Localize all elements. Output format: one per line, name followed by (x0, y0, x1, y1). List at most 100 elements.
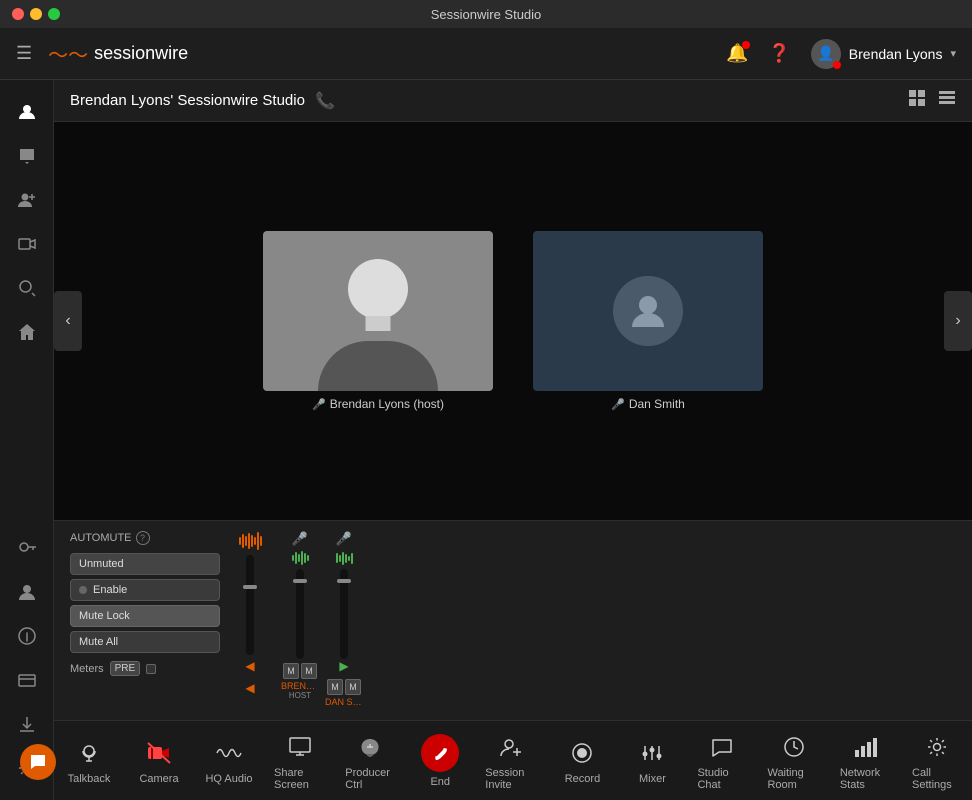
network-stats-button[interactable]: Network Stats (830, 725, 902, 797)
waiting-room-icon (778, 731, 810, 763)
mixer-icon (636, 737, 668, 769)
waiting-room-button[interactable]: Waiting Room (757, 725, 829, 797)
list-view-icon[interactable] (938, 89, 956, 112)
ch-brendan-s-button[interactable]: M (301, 663, 317, 679)
main-layout: Brendan Lyons' Sessionwire Studio 📞 ‹ (0, 80, 972, 800)
sidebar-item-video[interactable] (7, 224, 47, 264)
call-settings-label: Call Settings (912, 767, 962, 791)
participant-video-brendan (263, 231, 493, 391)
session-invite-icon (495, 731, 527, 763)
end-label: End (430, 776, 450, 788)
share-screen-icon (284, 731, 316, 763)
master-fader-track[interactable] (246, 555, 254, 655)
maximize-button[interactable] (48, 8, 60, 20)
automute-help-icon[interactable]: ? (136, 531, 150, 545)
hq-audio-button[interactable]: HQ Audio (194, 731, 264, 791)
avatar: 👤 (811, 39, 841, 69)
grid-view-icon[interactable] (908, 89, 926, 112)
mute-all-button[interactable]: Mute All (70, 631, 220, 653)
call-active-icon: 📞 (315, 91, 335, 111)
ch-brendan-header: 🎤 (292, 531, 308, 547)
session-invite-label: Session Invite (485, 767, 537, 791)
call-settings-icon (921, 731, 953, 763)
participant-placeholder-dan (533, 231, 763, 391)
close-button[interactable] (12, 8, 24, 20)
ch-brendan-mic-icon: 🎤 (292, 531, 308, 547)
participant-label-dan: 🎤 Dan Smith (611, 397, 685, 411)
producer-ctrl-label: Producer Ctrl (345, 767, 395, 791)
end-call-button[interactable]: End (405, 728, 475, 794)
sidebar-item-home[interactable] (7, 312, 47, 352)
studio-chat-button[interactable]: Studio Chat (687, 725, 757, 797)
ch-dan-m-button[interactable]: M (327, 679, 343, 695)
ch-brendan-fader[interactable] (296, 569, 304, 659)
share-screen-button[interactable]: Share Screen (264, 725, 335, 797)
participant-dan: 🎤 Dan Smith (533, 231, 763, 411)
logo-text: sessionwire (94, 43, 188, 64)
meters-row: Meters PRE (70, 661, 220, 676)
mic-active-icon: 🎤 (312, 398, 326, 411)
user-name: Brendan Lyons (849, 46, 943, 62)
logo: 〜〜 sessionwire (48, 39, 188, 68)
record-button[interactable]: Record (547, 731, 617, 791)
sidebar-item-person[interactable] (7, 572, 47, 612)
network-stats-label: Network Stats (840, 767, 892, 791)
producer-ctrl-button[interactable]: Producer Ctrl (335, 725, 405, 797)
top-nav-right: 🔔 ❓ 👤 Brendan Lyons ▾ (726, 39, 956, 69)
mixer-button[interactable]: Mixer (617, 731, 687, 791)
bottom-toolbar: Talkback Camera HQ Audio (54, 720, 972, 800)
fader-arrow-up: ◀ (245, 681, 254, 695)
sidebar-item-card[interactable] (7, 660, 47, 700)
ch-brendan-m-button[interactable]: M (283, 663, 299, 679)
talkback-button[interactable]: Talkback (54, 731, 124, 791)
ch-dan-header: 🎤 (336, 531, 352, 547)
unmuted-button[interactable]: Unmuted (70, 553, 220, 575)
session-invite-button[interactable]: Session Invite (475, 725, 547, 797)
camera-label: Camera (139, 773, 178, 785)
camera-icon (143, 737, 175, 769)
prev-button[interactable]: ‹ (54, 291, 82, 351)
record-label: Record (565, 773, 600, 785)
sidebar (0, 80, 54, 800)
minimize-button[interactable] (30, 8, 42, 20)
enable-button[interactable]: Enable (70, 579, 220, 601)
automute-title: AUTOMUTE ? (70, 531, 220, 545)
enable-dot (79, 586, 87, 594)
studio-chat-label: Studio Chat (697, 767, 747, 791)
chevron-down-icon: ▾ (950, 47, 956, 60)
ch-dan-s-button[interactable]: M (345, 679, 361, 695)
sidebar-item-user[interactable] (7, 92, 47, 132)
help-icon[interactable]: ❓ (768, 43, 790, 64)
sidebar-item-download[interactable] (7, 704, 47, 744)
chat-bubble-button[interactable] (20, 744, 56, 780)
sidebar-item-key[interactable] (7, 528, 47, 568)
pre-badge: PRE (110, 661, 141, 676)
sidebar-item-search[interactable] (7, 268, 47, 308)
sidebar-item-info[interactable] (7, 616, 47, 656)
notifications-icon[interactable]: 🔔 (726, 43, 748, 64)
ch-brendan-handle[interactable] (293, 579, 307, 583)
sidebar-item-chat[interactable] (7, 136, 47, 176)
pre-dot[interactable] (146, 664, 156, 674)
window-controls[interactable] (12, 8, 60, 20)
hq-audio-label: HQ Audio (205, 773, 252, 785)
camera-button[interactable]: Camera (124, 731, 194, 791)
user-menu[interactable]: 👤 Brendan Lyons ▾ (811, 39, 956, 69)
master-fader-handle[interactable] (243, 585, 257, 589)
studio-header: Brendan Lyons' Sessionwire Studio 📞 (54, 80, 972, 122)
hamburger-menu[interactable]: ☰ (16, 43, 32, 64)
share-screen-label: Share Screen (274, 767, 325, 791)
waiting-room-label: Waiting Room (767, 767, 819, 791)
master-fader: ◀ ◀ (232, 531, 268, 710)
ch-dan-waveform (336, 549, 353, 567)
ch-brendan-sublabel: HOST (289, 691, 311, 700)
ch-dan-handle[interactable] (337, 579, 351, 583)
ch-dan-mic-icon: 🎤 (336, 531, 352, 547)
talkback-icon (73, 737, 105, 769)
call-settings-button[interactable]: Call Settings (902, 725, 972, 797)
mute-lock-button[interactable]: Mute Lock (70, 605, 220, 627)
sidebar-item-add-user[interactable] (7, 180, 47, 220)
ch-dan-play-icon: ▶ (339, 659, 348, 673)
next-button[interactable]: › (944, 291, 972, 351)
ch-dan-fader[interactable] (340, 569, 348, 659)
